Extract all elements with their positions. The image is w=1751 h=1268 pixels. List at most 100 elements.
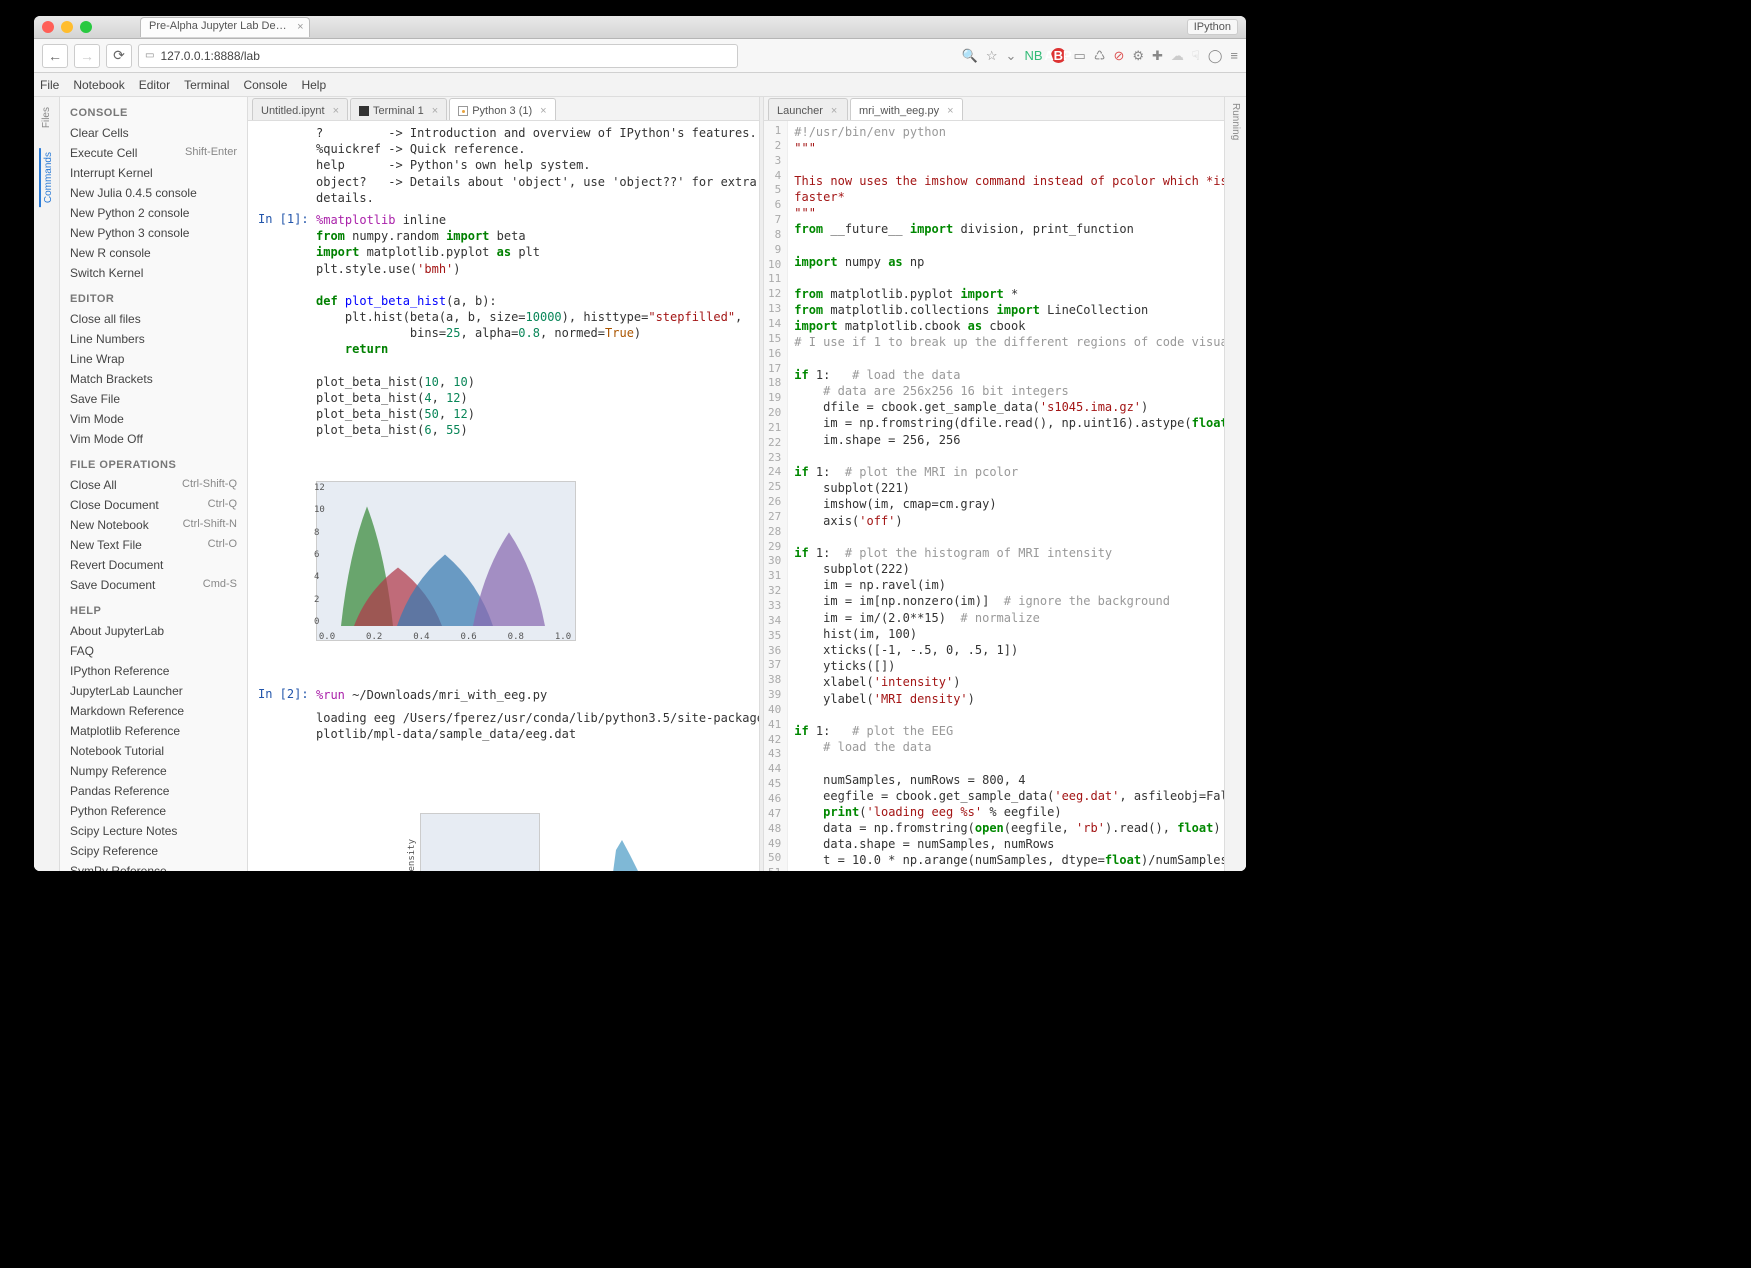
sidebar-item[interactable]: Revert Document (60, 555, 247, 575)
close-icon[interactable]: × (947, 105, 953, 117)
minimize-window-icon[interactable] (61, 21, 73, 33)
address-bar[interactable]: ▭ 127.0.0.1:8888/lab (138, 44, 738, 68)
close-icon[interactable]: × (432, 105, 438, 117)
sidebar-item[interactable]: New Julia 0.4.5 console (60, 183, 247, 203)
sidebar-item[interactable]: Switch Kernel (60, 263, 247, 283)
chat-icon[interactable]: ▭ (1074, 48, 1086, 64)
pocket-icon[interactable]: ⌄ (1006, 48, 1017, 64)
sidebar-item[interactable]: Matplotlib Reference (60, 721, 247, 741)
sidebar-item[interactable]: IPython Reference (60, 661, 247, 681)
sidebar-item[interactable]: Numpy Reference (60, 761, 247, 781)
sidebar-item[interactable]: Close AllCtrl-Shift-Q (60, 475, 247, 495)
sidebar-item[interactable]: JupyterLab Launcher (60, 681, 247, 701)
sidebar-item-label: Vim Mode (70, 412, 124, 426)
sidebar-item[interactable]: Pandas Reference (60, 781, 247, 801)
sidebar-item[interactable]: Close DocumentCtrl-Q (60, 495, 247, 515)
mri-histogram (420, 813, 540, 871)
sidebar-item[interactable]: Scipy Reference (60, 841, 247, 861)
tab-mri-file[interactable]: mri_with_eeg.py× (850, 98, 963, 120)
back-button[interactable]: ← (42, 44, 68, 68)
menu-terminal[interactable]: Terminal (184, 78, 229, 92)
block-icon[interactable]: ⊘ (1113, 48, 1124, 64)
sidebar-section-header: EDITOR (60, 283, 247, 309)
nb-icon[interactable]: NB (1024, 48, 1042, 63)
sidebar-item-label: New Notebook (70, 518, 149, 532)
cloud-icon[interactable]: ☁ (1171, 48, 1184, 64)
menu-console[interactable]: Console (243, 78, 287, 92)
adblock-icon[interactable]: ABP (1051, 48, 1066, 63)
app-window: Pre-Alpha Jupyter Lab De… × IPython ← → … (34, 16, 1246, 871)
sidebar-item[interactable]: Scipy Lecture Notes (60, 821, 247, 841)
sidebar-item[interactable]: Clear Cells (60, 123, 247, 143)
sidebar-item[interactable]: Line Wrap (60, 349, 247, 369)
sidebar-item[interactable]: Save File (60, 389, 247, 409)
toolbar-extensions: 🔍 ☆ ⌄ NB ABP ▭ ♺ ⊘ ⚙ ✚ ☁ ☟ ◯ ≡ (962, 48, 1238, 64)
sidebar-item[interactable]: Execute CellShift-Enter (60, 143, 247, 163)
menu-editor[interactable]: Editor (139, 78, 170, 92)
sidebar-item[interactable]: Close all files (60, 309, 247, 329)
zoom-window-icon[interactable] (80, 21, 92, 33)
gear-icon[interactable]: ⚙ (1132, 48, 1144, 64)
right-rail: Running (1224, 97, 1246, 871)
sidebar-item[interactable]: Vim Mode (60, 409, 247, 429)
notebook-body[interactable]: ? -> Introduction and overview of IPytho… (248, 121, 759, 871)
browser-tab[interactable]: Pre-Alpha Jupyter Lab De… × (140, 17, 310, 37)
tab-python3[interactable]: Python 3 (1) × (449, 98, 555, 120)
sidebar-item-shortcut: Ctrl-O (208, 538, 237, 552)
sidebar-item[interactable]: Python Reference (60, 801, 247, 821)
star-icon[interactable]: ☆ (986, 48, 998, 64)
close-window-icon[interactable] (42, 21, 54, 33)
stdout-text: loading eeg /Users/fperez/usr/conda/lib/… (316, 710, 759, 742)
sidebar-item-label: Scipy Lecture Notes (70, 824, 177, 838)
sidebar-item[interactable]: Save DocumentCmd-S (60, 575, 247, 595)
sidebar-item[interactable]: New Python 3 console (60, 223, 247, 243)
sidebar-item[interactable]: Line Numbers (60, 329, 247, 349)
code-editor[interactable]: 1 2 3 4 5 6 7 8 9 10 11 12 13 14 15 16 1… (764, 121, 1224, 871)
sidebar-item[interactable]: Notebook Tutorial (60, 741, 247, 761)
window-controls (42, 21, 92, 33)
close-icon[interactable]: × (333, 105, 339, 117)
sidebar-item[interactable]: SymPy Reference (60, 861, 247, 871)
left-dock: Untitled.ipynt× Terminal 1× Python 3 (1)… (248, 97, 759, 871)
user-icon[interactable]: ◯ (1208, 48, 1223, 64)
sidebar-item-label: Save File (70, 392, 120, 406)
tab-untitled[interactable]: Untitled.ipynt× (252, 98, 348, 120)
menu-icon[interactable]: ≡ (1230, 48, 1238, 63)
sidebar-item[interactable]: New R console (60, 243, 247, 263)
banner-text: ? -> Introduction and overview of IPytho… (316, 125, 757, 206)
hand-icon[interactable]: ☟ (1192, 48, 1200, 64)
sidebar-item[interactable]: Interrupt Kernel (60, 163, 247, 183)
sidebar-item-label: New R console (70, 246, 151, 260)
sidebar-item[interactable]: New Python 2 console (60, 203, 247, 223)
close-tab-icon[interactable]: × (297, 21, 303, 33)
rail-tab-files[interactable]: Files (41, 103, 52, 132)
menu-help[interactable]: Help (301, 78, 326, 92)
search-icon[interactable]: 🔍 (962, 48, 978, 64)
sidebar-item[interactable]: Vim Mode Off (60, 429, 247, 449)
tab-label: Python 3 (1) (472, 105, 532, 117)
rail-tab-running[interactable]: Running (1230, 103, 1241, 140)
sidebar-section-header: CONSOLE (60, 97, 247, 123)
tab-launcher[interactable]: Launcher× (768, 98, 848, 120)
sidebar-item[interactable]: FAQ (60, 641, 247, 661)
sidebar-item[interactable]: About JupyterLab (60, 621, 247, 641)
close-icon[interactable]: × (831, 105, 837, 117)
sidebar-item-label: JupyterLab Launcher (70, 684, 183, 698)
forward-button[interactable]: → (74, 44, 100, 68)
menu-notebook[interactable]: Notebook (73, 78, 124, 92)
reload-button[interactable]: ⟳ (106, 44, 132, 68)
close-icon[interactable]: × (540, 105, 546, 117)
code-body-1: %matplotlib inline from numpy.random imp… (316, 212, 749, 439)
plus-icon[interactable]: ✚ (1152, 48, 1163, 64)
tab-terminal[interactable]: Terminal 1× (350, 98, 447, 120)
sidebar-item[interactable]: Match Brackets (60, 369, 247, 389)
menu-file[interactable]: File (40, 78, 59, 92)
code-content[interactable]: #!/usr/bin/env python """ This now uses … (788, 121, 1224, 871)
sidebar-item[interactable]: New Text FileCtrl-O (60, 535, 247, 555)
sidebar-item[interactable]: New NotebookCtrl-Shift-N (60, 515, 247, 535)
rail-tab-commands[interactable]: Commands (39, 148, 54, 207)
python-icon (458, 106, 468, 116)
recycle-icon[interactable]: ♺ (1094, 48, 1106, 64)
sidebar-item-label: Notebook Tutorial (70, 744, 164, 758)
sidebar-item[interactable]: Markdown Reference (60, 701, 247, 721)
